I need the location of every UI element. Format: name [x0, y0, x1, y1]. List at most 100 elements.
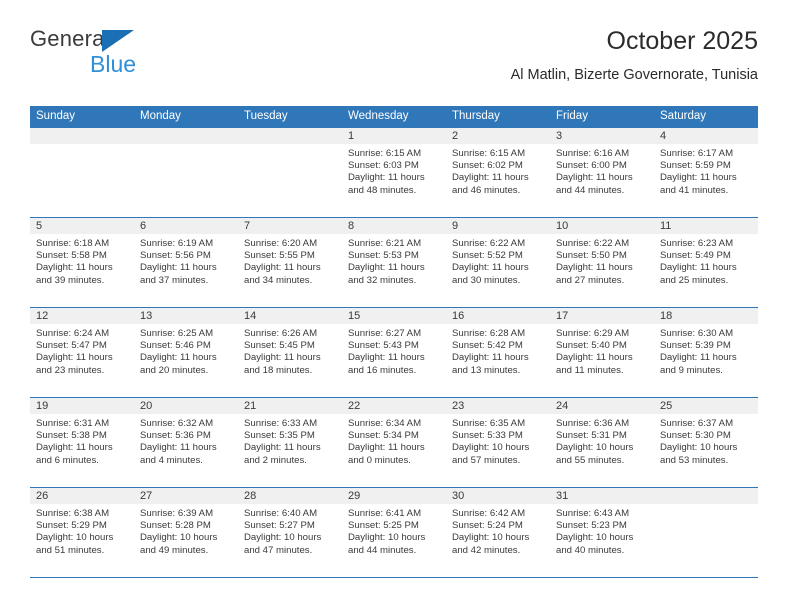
sunset-text: Sunset: 6:03 PM [348, 160, 419, 172]
sunset-text: Sunset: 5:25 PM [348, 520, 419, 532]
calendar-cell-inner: 24 Sunrise: 6:36 AM Sunset: 5:31 PM Dayligh… [550, 398, 654, 487]
day-number: 23 [446, 398, 550, 414]
weekday-header-wednesday: Wednesday [342, 106, 446, 128]
calendar-day-cell[interactable]: 5 Sunrise: 6:18 AM Sunset: 5:58 PM Daylight… [30, 217, 134, 308]
calendar-day-cell[interactable]: 18 Sunrise: 6:30 AM Sunset: 5:39 PM Dayligh… [654, 307, 758, 398]
day-number: 1 [342, 128, 446, 144]
sunset-text: Sunset: 6:00 PM [556, 160, 627, 172]
calendar-day-cell[interactable]: 22 Sunrise: 6:34 AM Sunset: 5:34 PM Dayligh… [342, 397, 446, 488]
calendar-cell-inner: 26 Sunrise: 6:38 AM Sunset: 5:29 PM Dayligh… [30, 488, 134, 577]
day-number: 27 [134, 488, 238, 504]
calendar-day-cell[interactable]: 20 Sunrise: 6:32 AM Sunset: 5:36 PM Dayligh… [134, 397, 238, 488]
sunset-text: Sunset: 5:47 PM [36, 340, 107, 352]
sunrise-text: Sunrise: 6:24 AM [36, 328, 110, 339]
calendar-day-cell[interactable]: 29 Sunrise: 6:41 AM Sunset: 5:25 PM Dayligh… [342, 487, 446, 578]
calendar-cell-inner [134, 128, 238, 217]
sunset-text: Sunset: 5:58 PM [36, 250, 107, 262]
day-details: Sunrise: 6:23 AM Sunset: 5:49 PM Daylight:… [654, 234, 758, 287]
calendar-day-cell[interactable]: 13 Sunrise: 6:25 AM Sunset: 5:46 PM Dayligh… [134, 307, 238, 398]
calendar-day-cell[interactable]: 31 Sunrise: 6:43 AM Sunset: 5:23 PM Dayligh… [550, 487, 654, 578]
daylight-text-line1: Daylight: 11 hours [140, 442, 217, 454]
day-number: 26 [30, 488, 134, 504]
weekday-header-saturday: Saturday [654, 106, 758, 128]
calendar-day-cell[interactable]: 7 Sunrise: 6:20 AM Sunset: 5:55 PM Daylight… [238, 217, 342, 308]
calendar-cell-inner: 1 Sunrise: 6:15 AM Sunset: 6:03 PM Daylight… [342, 128, 446, 217]
weekday-header-sunday: Sunday [30, 106, 134, 128]
daylight-text-line1: Daylight: 11 hours [36, 442, 113, 454]
weekday-header-monday: Monday [134, 106, 238, 128]
day-details: Sunrise: 6:18 AM Sunset: 5:58 PM Daylight:… [30, 234, 134, 287]
daylight-text-line1: Daylight: 10 hours [556, 442, 634, 454]
day-number: 14 [238, 308, 342, 324]
daylight-text-line1: Daylight: 11 hours [660, 262, 737, 274]
calendar-day-cell[interactable]: 6 Sunrise: 6:19 AM Sunset: 5:56 PM Daylight… [134, 217, 238, 308]
sunset-text: Sunset: 5:55 PM [244, 250, 315, 262]
day-details: Sunrise: 6:33 AM Sunset: 5:35 PM Daylight:… [238, 414, 342, 467]
daylight-text-line1: Daylight: 10 hours [452, 442, 530, 454]
calendar-day-cell[interactable]: 16 Sunrise: 6:28 AM Sunset: 5:42 PM Dayligh… [446, 307, 550, 398]
day-number [30, 128, 134, 144]
daylight-text-line2: and 47 minutes. [244, 544, 313, 556]
sunrise-text: Sunrise: 6:20 AM [244, 238, 318, 249]
calendar-day-cell[interactable]: 27 Sunrise: 6:39 AM Sunset: 5:28 PM Dayligh… [134, 487, 238, 578]
day-number: 29 [342, 488, 446, 504]
calendar-cell-inner: 6 Sunrise: 6:19 AM Sunset: 5:56 PM Daylight… [134, 218, 238, 307]
day-number [238, 128, 342, 144]
day-details: Sunrise: 6:43 AM Sunset: 5:23 PM Daylight:… [550, 504, 654, 557]
calendar-day-cell[interactable]: 4 Sunrise: 6:17 AM Sunset: 5:59 PM Daylight… [654, 128, 758, 218]
sunrise-text: Sunrise: 6:40 AM [244, 508, 318, 519]
daylight-text-line1: Daylight: 11 hours [348, 172, 425, 184]
day-details: Sunrise: 6:26 AM Sunset: 5:45 PM Daylight:… [238, 324, 342, 377]
sunset-text: Sunset: 5:36 PM [140, 430, 211, 442]
day-details: Sunrise: 6:42 AM Sunset: 5:24 PM Daylight:… [446, 504, 550, 557]
sunrise-text: Sunrise: 6:39 AM [140, 508, 214, 519]
general-blue-logo[interactable]: General Blue [30, 26, 170, 84]
sunset-text: Sunset: 5:35 PM [244, 430, 315, 442]
day-number [134, 128, 238, 144]
sunset-text: Sunset: 5:29 PM [36, 520, 107, 532]
calendar-day-cell[interactable]: 3 Sunrise: 6:16 AM Sunset: 6:00 PM Daylight… [550, 128, 654, 218]
daylight-text-line2: and 20 minutes. [140, 364, 209, 376]
calendar-day-cell[interactable]: 21 Sunrise: 6:33 AM Sunset: 5:35 PM Dayligh… [238, 397, 342, 488]
day-number: 16 [446, 308, 550, 324]
calendar-cell-inner: 21 Sunrise: 6:33 AM Sunset: 5:35 PM Dayligh… [238, 398, 342, 487]
day-number: 9 [446, 218, 550, 234]
calendar-day-cell[interactable]: 17 Sunrise: 6:29 AM Sunset: 5:40 PM Dayligh… [550, 307, 654, 398]
calendar-day-cell[interactable]: 11 Sunrise: 6:23 AM Sunset: 5:49 PM Dayligh… [654, 217, 758, 308]
day-details: Sunrise: 6:41 AM Sunset: 5:25 PM Daylight:… [342, 504, 446, 557]
calendar-day-cell[interactable]: 24 Sunrise: 6:36 AM Sunset: 5:31 PM Dayligh… [550, 397, 654, 488]
calendar-day-cell[interactable]: 30 Sunrise: 6:42 AM Sunset: 5:24 PM Dayligh… [446, 487, 550, 578]
calendar-day-cell[interactable]: 19 Sunrise: 6:31 AM Sunset: 5:38 PM Dayligh… [30, 397, 134, 488]
calendar-day-cell[interactable]: 8 Sunrise: 6:21 AM Sunset: 5:53 PM Daylight… [342, 217, 446, 308]
calendar-day-cell[interactable]: 25 Sunrise: 6:37 AM Sunset: 5:30 PM Dayligh… [654, 397, 758, 488]
sunrise-text: Sunrise: 6:23 AM [660, 238, 734, 249]
daylight-text-line2: and 2 minutes. [244, 454, 307, 466]
day-details: Sunrise: 6:31 AM Sunset: 5:38 PM Daylight:… [30, 414, 134, 467]
sunrise-text: Sunrise: 6:17 AM [660, 148, 734, 159]
sunset-text: Sunset: 6:02 PM [452, 160, 523, 172]
calendar-day-cell[interactable]: 2 Sunrise: 6:15 AM Sunset: 6:02 PM Daylight… [446, 128, 550, 218]
daylight-text-line2: and 46 minutes. [452, 184, 521, 196]
calendar-day-cell[interactable]: 10 Sunrise: 6:22 AM Sunset: 5:50 PM Dayligh… [550, 217, 654, 308]
calendar-day-cell[interactable]: 23 Sunrise: 6:35 AM Sunset: 5:33 PM Dayligh… [446, 397, 550, 488]
calendar-day-cell[interactable]: 1 Sunrise: 6:15 AM Sunset: 6:03 PM Daylight… [342, 128, 446, 218]
calendar-cell-empty [238, 128, 342, 218]
page-subtitle-location: Al Matlin, Bizerte Governorate, Tunisia [510, 67, 758, 83]
calendar-day-cell[interactable]: 28 Sunrise: 6:40 AM Sunset: 5:27 PM Dayligh… [238, 487, 342, 578]
day-number: 3 [550, 128, 654, 144]
daylight-text-line1: Daylight: 11 hours [556, 172, 633, 184]
calendar-day-cell[interactable]: 14 Sunrise: 6:26 AM Sunset: 5:45 PM Dayligh… [238, 307, 342, 398]
calendar-day-cell[interactable]: 15 Sunrise: 6:27 AM Sunset: 5:43 PM Dayligh… [342, 307, 446, 398]
weekday-header-tuesday: Tuesday [238, 106, 342, 128]
day-details: Sunrise: 6:34 AM Sunset: 5:34 PM Daylight:… [342, 414, 446, 467]
sunset-text: Sunset: 5:39 PM [660, 340, 731, 352]
sunrise-text: Sunrise: 6:38 AM [36, 508, 110, 519]
sunrise-text: Sunrise: 6:27 AM [348, 328, 422, 339]
calendar-day-cell[interactable]: 9 Sunrise: 6:22 AM Sunset: 5:52 PM Daylight… [446, 217, 550, 308]
day-number: 22 [342, 398, 446, 414]
calendar-cell-inner: 27 Sunrise: 6:39 AM Sunset: 5:28 PM Dayligh… [134, 488, 238, 577]
daylight-text-line2: and 11 minutes. [556, 364, 624, 376]
daylight-text-line1: Daylight: 11 hours [556, 262, 633, 274]
calendar-day-cell[interactable]: 12 Sunrise: 6:24 AM Sunset: 5:47 PM Dayligh… [30, 307, 134, 398]
calendar-day-cell[interactable]: 26 Sunrise: 6:38 AM Sunset: 5:29 PM Dayligh… [30, 487, 134, 578]
